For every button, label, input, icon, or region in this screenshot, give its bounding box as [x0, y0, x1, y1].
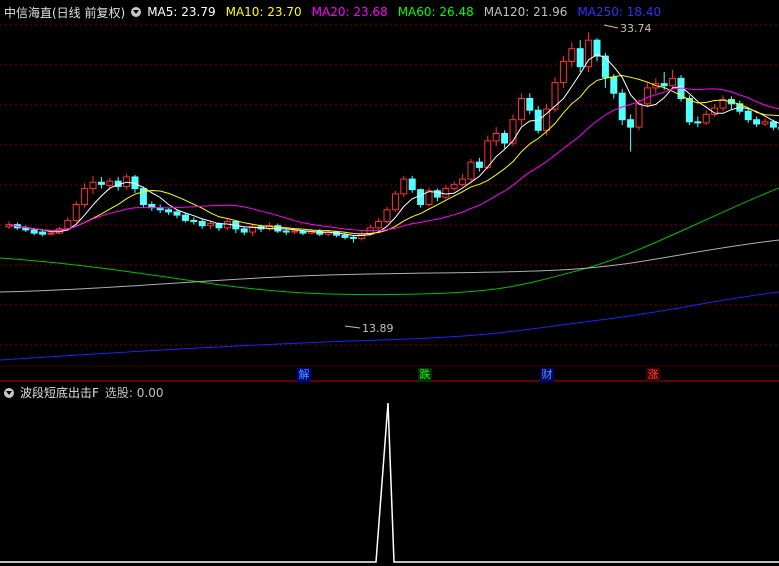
candle-body [89, 181, 97, 190]
candle-body [408, 178, 416, 191]
ma250-label: MA250: 18.40 [577, 5, 662, 19]
candle-body [400, 178, 408, 195]
candle-body [450, 183, 458, 190]
candle-body [753, 119, 761, 125]
candle-body [475, 161, 483, 168]
candle-body [467, 161, 475, 180]
candle-body [240, 228, 248, 233]
event-marker-finance[interactable]: 财 [540, 368, 554, 382]
candle-body [610, 76, 618, 94]
candle-body [282, 230, 290, 233]
candle-body [291, 230, 299, 233]
candle-body [517, 98, 525, 121]
ma60-line [0, 187, 779, 296]
event-marker-unlock[interactable]: 解 [297, 368, 311, 382]
low-pointer [344, 325, 361, 329]
candle-body [769, 121, 777, 128]
candle-body [181, 214, 189, 221]
candle-body [526, 98, 534, 111]
candle-body [559, 60, 567, 84]
candle-body [601, 55, 609, 78]
low-price-label: 13.89 [362, 322, 394, 335]
candle-body [190, 219, 198, 222]
candle-body [492, 132, 500, 142]
candle-body [694, 121, 702, 124]
candle-body [207, 223, 215, 227]
chart-canvas: 33.74 13.89 [0, 22, 779, 563]
candle-body [349, 236, 357, 239]
event-marker-rise[interactable]: 涨 [646, 368, 660, 382]
candle-body [417, 189, 425, 206]
event-marker-drop[interactable]: 跌 [418, 368, 432, 382]
candle-body [660, 83, 668, 87]
candle-body [64, 219, 72, 230]
ma20-label: MA20: 23.68 [311, 5, 388, 19]
indicator-line [0, 402, 779, 563]
candle-body [761, 121, 769, 125]
candle-body [198, 220, 206, 227]
indicator-title: 波段短底出击F [20, 386, 99, 400]
candle-body [576, 48, 584, 68]
stock-title: 中信海直(日线 前复权) [4, 5, 126, 20]
candle-body [484, 140, 492, 168]
candle-body [635, 103, 643, 128]
candle-body [627, 119, 635, 128]
ma120-label: MA120: 21.96 [483, 5, 568, 19]
candle-body [442, 188, 450, 198]
candle-body [30, 229, 38, 234]
ma60-label: MA60: 26.48 [397, 5, 474, 19]
candle-body [173, 211, 181, 216]
candle-body [702, 113, 710, 124]
indicator-dropdown-icon[interactable] [4, 387, 14, 398]
candle-body [391, 193, 399, 211]
candle-body [509, 119, 517, 144]
candle-body [47, 232, 55, 235]
candle-body [643, 87, 651, 105]
candle-body [459, 178, 467, 185]
candle-body [81, 188, 89, 206]
candle-body [383, 209, 391, 222]
indicator-value: 选股: 0.00 [104, 386, 164, 400]
candle-body [669, 77, 677, 87]
ma120-line [0, 239, 779, 293]
candle-body [685, 98, 693, 123]
candle-body [375, 220, 383, 229]
candle-body [744, 110, 752, 121]
candle-body [106, 180, 114, 186]
candle-body [39, 231, 47, 235]
ma10-label: MA10: 23.70 [225, 5, 302, 19]
candle-body [165, 209, 173, 213]
indicator-header: 波段短底出击F 选股: 0.00 [0, 384, 163, 401]
ma5-label: MA5: 23.79 [147, 5, 216, 19]
high-price-label: 33.74 [620, 22, 652, 35]
dropdown-icon[interactable] [131, 7, 142, 17]
candle-body [341, 234, 349, 238]
main-chart-header: 中信海直(日线 前复权) MA5: 23.79 MA10: 23.70 MA20… [0, 4, 665, 20]
candle-body [97, 181, 105, 185]
candle-body [568, 48, 576, 62]
candle-body [501, 132, 509, 144]
candle-body [593, 39, 601, 57]
candle-body [72, 204, 80, 221]
candle-body [551, 82, 559, 110]
